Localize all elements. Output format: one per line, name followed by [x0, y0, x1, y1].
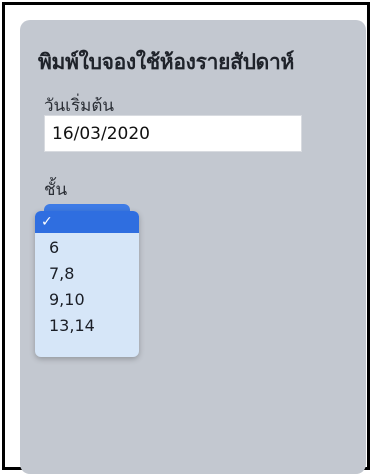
- grade-label: ชั้น: [44, 180, 68, 200]
- dropdown-option[interactable]: 9,10: [35, 289, 139, 311]
- dropdown-option[interactable]: 6: [35, 237, 139, 259]
- start-date-value: 16/03/2020: [52, 124, 150, 144]
- dropdown-option-selected[interactable]: ✓: [35, 211, 139, 233]
- check-icon: ✓: [41, 214, 53, 230]
- form-title: พิมพ์ใบจองใช้ห้องรายสัปดาห์: [38, 50, 294, 74]
- grade-dropdown-menu: ✓ 6 7,8 9,10 13,14: [35, 211, 139, 357]
- dropdown-option[interactable]: 13,14: [35, 315, 139, 337]
- dropdown-option[interactable]: 7,8: [35, 263, 139, 285]
